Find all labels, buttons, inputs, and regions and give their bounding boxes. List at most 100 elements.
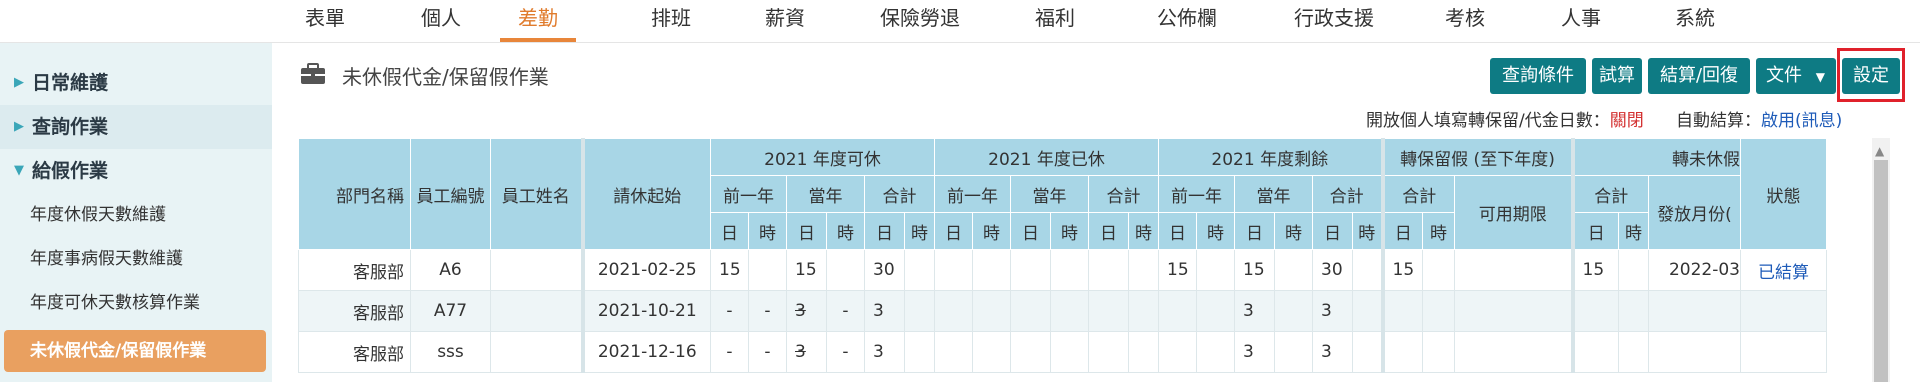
nav-evaluation[interactable]: 考核	[1430, 0, 1500, 42]
cell-value: -	[826, 290, 865, 332]
cell-value	[1050, 290, 1089, 332]
status-link[interactable]	[1740, 290, 1827, 332]
page-title: 未休假代金/保留假作業	[342, 65, 549, 89]
highlight-box	[1837, 48, 1905, 102]
trial-calc-button[interactable]: 試算	[1592, 58, 1642, 94]
header-group-left: 2021 年度剩餘	[1158, 138, 1383, 176]
status-link[interactable]: 已結算	[1740, 249, 1827, 291]
cell-value	[748, 249, 787, 291]
cell-value	[1196, 249, 1235, 291]
cell-name	[490, 290, 583, 332]
cell-value	[1010, 290, 1051, 332]
sidebar-section-leave-grant[interactable]: ▼ 給假作業	[0, 149, 272, 193]
nav-attendance[interactable]: 差勤	[500, 0, 576, 42]
scrollbar-thumb[interactable]	[1874, 160, 1888, 382]
cell-value	[1274, 249, 1313, 291]
header-group-used: 2021 年度已休	[934, 138, 1159, 176]
cell-value	[972, 331, 1011, 373]
cell-value	[826, 249, 865, 291]
cell-value: -	[748, 290, 787, 332]
cell-value: 3	[864, 290, 905, 332]
cell-pay-day	[1570, 290, 1619, 332]
cell-value: -	[826, 331, 865, 373]
cell-pay-hour	[1618, 331, 1649, 373]
cell-empno: A6	[410, 249, 491, 291]
sidebar-section-daily[interactable]: ▶ 日常維護	[0, 61, 272, 105]
nav-insurance[interactable]: 保險勞退	[870, 0, 970, 42]
sidebar-item-leave-calc[interactable]: 年度可休天數核算作業	[30, 283, 200, 323]
cell-value	[904, 249, 935, 291]
cell-pay-month: 2022-03	[1648, 249, 1741, 291]
settle-restore-button[interactable]: 結算/回復	[1648, 58, 1750, 94]
header-cur: 當年	[1010, 175, 1089, 213]
nav-salary[interactable]: 薪資	[750, 0, 820, 42]
cell-value: 15	[1234, 249, 1275, 291]
header-day: 日	[1234, 212, 1275, 250]
cell-keep-day	[1380, 331, 1423, 373]
cell-value: 3	[864, 331, 905, 373]
cell-value	[1088, 331, 1129, 373]
table-row[interactable]: 客服部 A6 2021-02-25 15 15 30 15 15 30 15 15 2022-03 已結…	[298, 249, 1827, 291]
header-hour: 時	[1274, 212, 1313, 250]
cell-value: 30	[864, 249, 905, 291]
cell-dept: 客服部	[298, 331, 411, 373]
sidebar-section-query[interactable]: ▶ 查詢作業	[0, 105, 272, 149]
nav-form[interactable]: 表單	[290, 0, 360, 42]
sidebar-item-annual-leave[interactable]: 年度休假天數維護	[30, 195, 166, 235]
header-hour: 時	[904, 212, 935, 250]
cell-value	[934, 249, 973, 291]
nav-bulletin[interactable]: 公佈欄	[1142, 0, 1232, 42]
document-label: 文件	[1766, 65, 1802, 86]
nav-system[interactable]: 系統	[1660, 0, 1730, 42]
document-dropdown-button[interactable]: 文件 ▼	[1756, 58, 1836, 94]
sidebar-item-sick-leave[interactable]: 年度事病假天數維護	[30, 239, 183, 279]
header-total: 合計	[1088, 175, 1159, 213]
header-hour: 時	[1618, 212, 1649, 250]
nav-hr[interactable]: 人事	[1546, 0, 1616, 42]
open-personal-value[interactable]: 關閉	[1610, 111, 1644, 131]
header-total: 合計	[864, 175, 935, 213]
cell-value	[1050, 331, 1089, 373]
cell-pay-day: 15	[1570, 249, 1619, 291]
caret-down-icon: ▼	[1815, 70, 1825, 84]
cell-value	[1158, 331, 1197, 373]
header-prev: 前一年	[1158, 175, 1235, 213]
sidebar-item-unused-leave[interactable]: 未休假代金/保留假作業	[4, 330, 266, 372]
status-link[interactable]	[1740, 331, 1827, 373]
table-row[interactable]: 客服部 sss 2021-12-16- -3-3 3 3	[298, 331, 1827, 373]
caret-down-icon: ▼	[14, 163, 24, 178]
cell-value	[1352, 331, 1383, 373]
header-day: 日	[1312, 212, 1353, 250]
auto-settle-option: 自動結算：啟用(訊息)	[1676, 106, 1842, 131]
scroll-up-icon[interactable]: ▲	[1875, 144, 1884, 158]
nav-personal[interactable]: 個人	[406, 0, 476, 42]
header-day: 日	[864, 212, 905, 250]
cell-value	[1010, 331, 1051, 373]
header-hour: 時	[748, 212, 787, 250]
cell-name	[490, 249, 583, 291]
cell-value	[1088, 249, 1129, 291]
cell-start: 2021-02-25	[580, 249, 711, 291]
nav-admin-support[interactable]: 行政支援	[1284, 0, 1384, 42]
sidebar-section-label: 日常維護	[32, 72, 109, 94]
table-row[interactable]: 客服部 A77 2021-10-21- -3-3 3 3	[298, 290, 1827, 332]
cell-dept: 客服部	[298, 290, 411, 332]
cell-value: -	[710, 331, 749, 373]
header-cur: 當年	[786, 175, 865, 213]
nav-welfare[interactable]: 福利	[1020, 0, 1090, 42]
cell-start: 2021-10-21	[580, 290, 711, 332]
cell-pay-hour	[1618, 290, 1649, 332]
nav-schedule[interactable]: 排班	[636, 0, 706, 42]
header-hour: 時	[1128, 212, 1159, 250]
cell-value	[1274, 331, 1313, 373]
cell-value: 15	[710, 249, 749, 291]
header-day: 日	[1010, 212, 1051, 250]
header-total: 合計	[1312, 175, 1383, 213]
cell-value	[1196, 331, 1235, 373]
query-conditions-button[interactable]: 查詢條件	[1490, 58, 1586, 94]
caret-right-icon: ▶	[14, 75, 24, 90]
cell-value	[1352, 249, 1383, 291]
header-hour: 時	[1050, 212, 1089, 250]
auto-settle-value[interactable]: 啟用(訊息)	[1761, 111, 1842, 131]
cell-value: 3	[1234, 290, 1275, 332]
